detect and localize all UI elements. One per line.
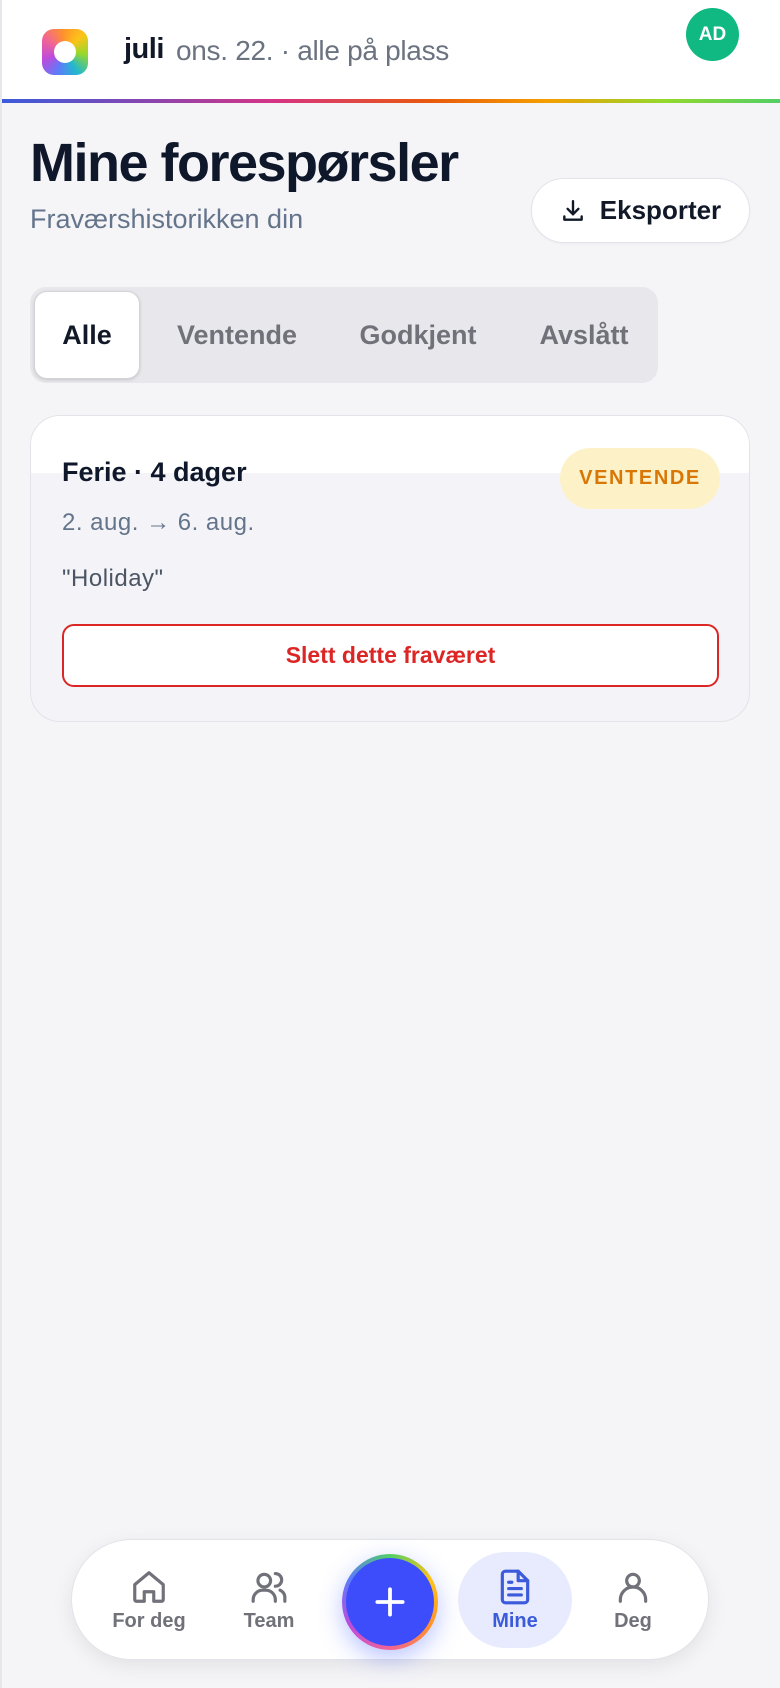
app-frame (0, 0, 780, 1688)
nav-item-for-deg[interactable]: For deg (92, 1552, 206, 1648)
plus-icon (375, 1587, 405, 1617)
nav-label: Mine (492, 1609, 538, 1632)
add-request-button[interactable] (342, 1554, 438, 1650)
export-button[interactable]: Eksporter (531, 178, 750, 243)
avatar[interactable]: AD (686, 8, 739, 61)
delete-request-button[interactable]: Slett dette fraværet (62, 624, 719, 687)
nav-label: Deg (614, 1609, 652, 1632)
tab-godkjent[interactable]: Godkjent (330, 291, 506, 379)
tab-alle[interactable]: Alle (34, 291, 140, 379)
request-card: Ferie · 4 dager VENTENDE 2. aug. → 6. au… (30, 415, 750, 722)
document-icon (500, 1569, 530, 1604)
fab-inner (346, 1558, 434, 1646)
nav-item-deg[interactable]: Deg (576, 1552, 690, 1648)
brand-name: juli (124, 33, 164, 65)
bottom-nav: For deg Team Mine Deg (71, 1539, 709, 1660)
tab-ventende[interactable]: Ventende (152, 291, 322, 379)
nav-label: For deg (112, 1609, 186, 1632)
home-icon (133, 1570, 165, 1603)
request-note: "Holiday" (62, 565, 164, 592)
download-icon (562, 199, 583, 221)
tab-avslatt[interactable]: Avslått (514, 291, 654, 379)
page-subtitle: Fraværshistorikken din (30, 204, 304, 234)
header-gradient-stripe (2, 99, 780, 103)
users-icon (251, 1571, 287, 1603)
nav-item-mine[interactable]: Mine (458, 1552, 572, 1648)
request-dates: 2. aug. → 6. aug. (62, 509, 255, 536)
header-status-text: ons. 22. · alle på plass (176, 35, 449, 66)
request-title: Ferie · 4 dager (62, 457, 247, 487)
nav-item-team[interactable]: Team (212, 1552, 326, 1648)
app-logo-icon[interactable] (42, 29, 88, 75)
user-icon (618, 1572, 648, 1603)
status-badge: VENTENDE (560, 448, 720, 509)
page-title: Mine forespørsler (30, 133, 459, 193)
export-label: Eksporter (599, 195, 722, 225)
nav-label: Team (243, 1609, 295, 1632)
status-filter-tabs: Alle Ventende Godkjent Avslått (30, 287, 658, 383)
